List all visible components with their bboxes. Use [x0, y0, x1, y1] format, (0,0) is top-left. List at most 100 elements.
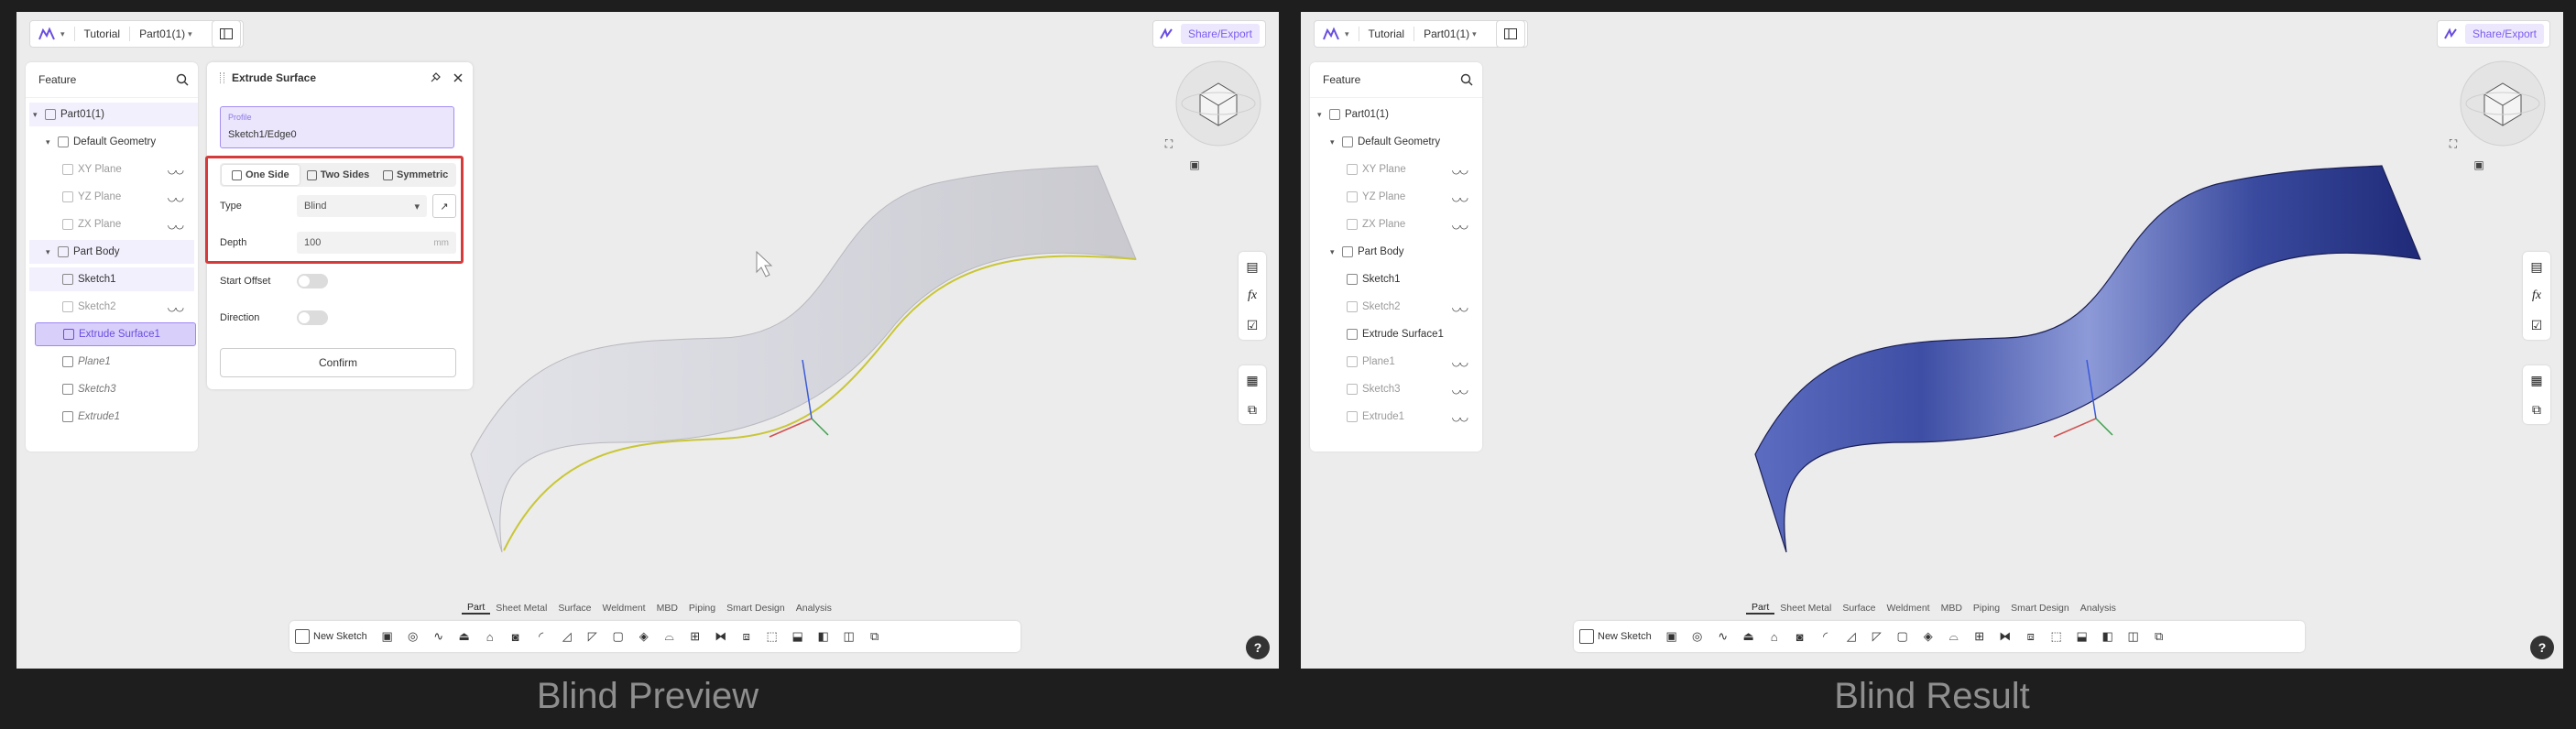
tree-item-extrude-surface1[interactable]: Extrude Surface1	[35, 322, 196, 346]
hidden-eye-icon[interactable]: ◡◡	[1452, 356, 1468, 368]
start-offset-toggle[interactable]	[297, 274, 328, 288]
revolve-icon[interactable]: ◎	[400, 624, 426, 649]
table-icon[interactable]: ▦	[2523, 365, 2550, 395]
search-icon[interactable]	[176, 73, 189, 86]
checklist-icon[interactable]: ☑	[2523, 310, 2550, 340]
hidden-eye-icon[interactable]: ◡◡	[1452, 384, 1468, 396]
tree-item-extrude1[interactable]: Extrude1	[62, 405, 194, 429]
shell-icon[interactable]: ▢	[606, 624, 631, 649]
tree-item-yz-plane[interactable]: YZ Plane ◡◡	[62, 185, 194, 209]
type-select[interactable]: Blind ▾	[297, 195, 427, 217]
tab-surface[interactable]: Surface	[552, 603, 596, 614]
tab-sheet-metal[interactable]: Sheet Metal	[1774, 603, 1837, 614]
draft-icon[interactable]: ◸	[580, 624, 606, 649]
search-icon[interactable]	[1460, 73, 1473, 86]
tab-surface[interactable]: Surface	[1837, 603, 1881, 614]
hidden-eye-icon[interactable]: ◡◡	[1452, 301, 1468, 313]
tree-item-plane1[interactable]: Plane1	[62, 350, 194, 374]
option-symmetric[interactable]: Symmetric	[377, 165, 454, 185]
flip-direction-button[interactable]: ↗	[432, 194, 456, 218]
thicken-icon[interactable]: ◈	[1916, 624, 1941, 649]
hidden-eye-icon[interactable]: ◡◡	[168, 219, 184, 231]
chevron-down-icon[interactable]: ▾	[60, 29, 65, 39]
function-icon[interactable]: fx	[2523, 281, 2550, 310]
app-logo-icon[interactable]	[1320, 25, 1342, 43]
hidden-eye-icon[interactable]: ◡◡	[168, 301, 184, 313]
option-one-side[interactable]: One Side	[222, 165, 300, 185]
share-export-button[interactable]: Share/Export	[2464, 24, 2544, 44]
layers-icon[interactable]: ⧉	[2523, 395, 2550, 424]
view-settings-icon[interactable]: ▣	[2472, 158, 2486, 171]
app-logo-icon[interactable]	[36, 25, 58, 43]
tab-piping[interactable]: Piping	[683, 603, 721, 614]
new-sketch-button[interactable]: New Sketch	[1579, 629, 1652, 644]
mirror-icon[interactable]: ⧓	[708, 624, 734, 649]
fit-view-icon[interactable]: ⛶	[1162, 137, 1176, 150]
chevron-down-icon[interactable]: ▾	[33, 110, 42, 120]
mirror-icon[interactable]: ⧓	[1992, 624, 2018, 649]
profile-field[interactable]: Profile Sketch1/Edge0	[220, 106, 454, 148]
tree-item-sketch2[interactable]: Sketch2 ◡◡	[62, 295, 194, 319]
view-cube[interactable]	[1173, 58, 1264, 149]
tab-smart-design[interactable]: Smart Design	[721, 603, 791, 614]
move-face-icon[interactable]: ⬓	[785, 624, 811, 649]
tree-item-sketch1[interactable]: Sketch1	[29, 267, 194, 291]
tree-item-yz-plane[interactable]: YZ Plane ◡◡	[1347, 185, 1479, 209]
toggle-sidebar-button[interactable]	[1496, 20, 1525, 48]
draft-icon[interactable]: ◸	[1864, 624, 1890, 649]
split-icon[interactable]: ⬚	[759, 624, 785, 649]
chamfer-icon[interactable]: ◿	[1839, 624, 1864, 649]
new-sketch-button[interactable]: New Sketch	[295, 629, 367, 644]
ai-icon[interactable]	[2443, 27, 2458, 40]
loft-icon[interactable]: ⏏	[1736, 624, 1762, 649]
option-two-sides[interactable]: Two Sides	[300, 165, 377, 185]
chevron-down-icon[interactable]: ▾	[1330, 247, 1339, 257]
sweep-icon[interactable]: ∿	[1710, 624, 1736, 649]
tree-item-zx-plane[interactable]: ZX Plane ◡◡	[62, 212, 194, 236]
pattern-icon[interactable]: ⊞	[682, 624, 708, 649]
tree-item-sketch2[interactable]: Sketch2 ◡◡	[1347, 295, 1479, 319]
layers-icon[interactable]: ⧉	[1239, 395, 1266, 424]
hole-icon[interactable]: ◙	[503, 624, 529, 649]
rib-icon[interactable]: ⌂	[477, 624, 503, 649]
drag-handle-icon[interactable]	[220, 72, 224, 83]
revolve-icon[interactable]: ◎	[1685, 624, 1710, 649]
tab-piping[interactable]: Piping	[1968, 603, 2005, 614]
boolean-icon[interactable]: ⧈	[734, 624, 759, 649]
tree-item-part[interactable]: ▾ Part01(1)	[29, 103, 198, 126]
tab-analysis[interactable]: Analysis	[2075, 603, 2122, 614]
tab-analysis[interactable]: Analysis	[791, 603, 837, 614]
tree-item-plane1[interactable]: Plane1 ◡◡	[1347, 350, 1479, 374]
share-export-button[interactable]: Share/Export	[1180, 24, 1260, 44]
chevron-down-icon[interactable]: ▾	[1345, 29, 1349, 39]
chevron-down-icon[interactable]: ▾	[1330, 137, 1339, 147]
chamfer-icon[interactable]: ◿	[554, 624, 580, 649]
move-face-icon[interactable]: ⬓	[2069, 624, 2095, 649]
thicken-icon[interactable]: ◈	[631, 624, 657, 649]
tab-sheet-metal[interactable]: Sheet Metal	[490, 603, 552, 614]
breadcrumb-project[interactable]: Tutorial	[1369, 27, 1405, 40]
viewport-result[interactable]	[1301, 12, 2563, 669]
direction-toggle[interactable]	[297, 310, 328, 325]
hidden-eye-icon[interactable]: ◡◡	[1452, 219, 1468, 231]
rib-icon[interactable]: ⌂	[1762, 624, 1787, 649]
section-icon[interactable]: ◫	[2121, 624, 2146, 649]
tab-mbd[interactable]: MBD	[1936, 603, 1968, 614]
close-icon[interactable]	[453, 72, 464, 83]
tree-item-default-geometry[interactable]: ▾ Default Geometry	[46, 130, 194, 154]
function-icon[interactable]: fx	[1239, 281, 1266, 310]
split-icon[interactable]: ⬚	[2044, 624, 2069, 649]
properties-icon[interactable]: ▤	[1239, 252, 1266, 281]
tree-item-sketch3[interactable]: Sketch3 ◡◡	[1347, 377, 1479, 401]
part-selector[interactable]: Part01(1) ▾	[1424, 27, 1477, 40]
pattern-icon[interactable]: ⊞	[1967, 624, 1992, 649]
section-icon[interactable]: ◫	[836, 624, 862, 649]
sweep-icon[interactable]: ∿	[426, 624, 452, 649]
view-cube[interactable]	[2457, 58, 2549, 149]
boolean-icon[interactable]: ⧈	[2018, 624, 2044, 649]
tree-item-extrude-surface1[interactable]: Extrude Surface1	[1347, 322, 1479, 346]
part-selector[interactable]: Part01(1) ▾	[139, 27, 192, 40]
hidden-eye-icon[interactable]: ◡◡	[168, 164, 184, 176]
tab-part[interactable]: Part	[462, 602, 491, 615]
tree-item-xy-plane[interactable]: XY Plane ◡◡	[1347, 158, 1479, 181]
